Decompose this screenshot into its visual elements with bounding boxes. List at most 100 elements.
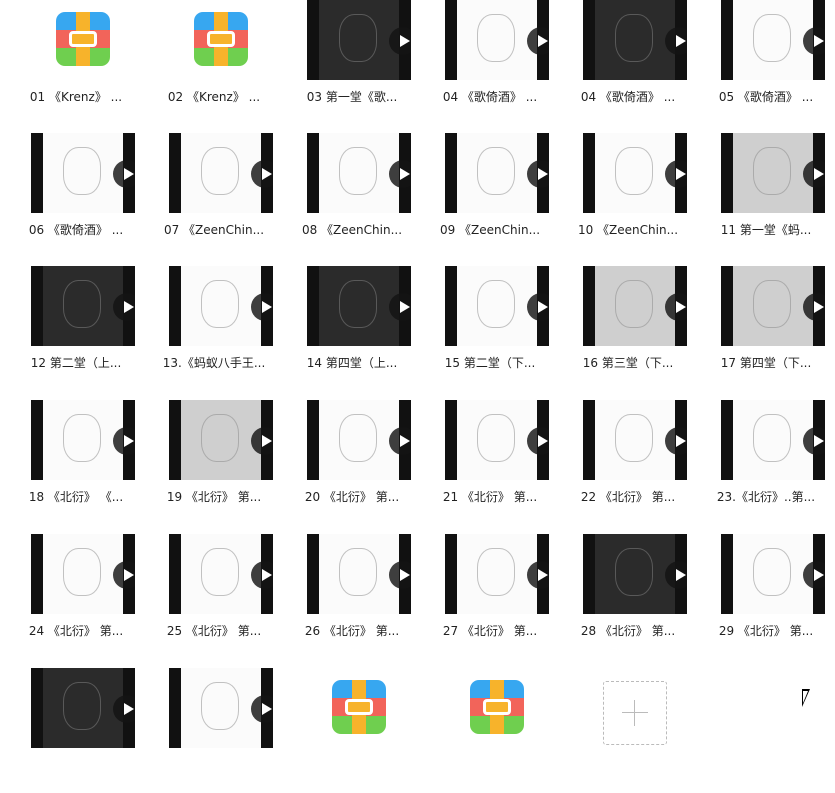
- file-tile[interactable]: 13.《蚂蚁八手王...: [154, 266, 274, 391]
- file-name-label: 03 第一堂《歌...: [306, 90, 398, 104]
- play-icon: [665, 293, 687, 321]
- file-tile[interactable]: 07 《ZeenChin...: [154, 133, 274, 258]
- file-tile[interactable]: 11 第一堂《蚂...: [706, 133, 826, 258]
- file-tile[interactable]: 23.《北衍》..第...: [706, 400, 826, 525]
- thumbnail-canvas: [319, 400, 399, 480]
- thumbnail-canvas: [181, 400, 261, 480]
- file-name-label: 15 第二堂（下...: [444, 356, 536, 370]
- thumbnail-canvas: [43, 400, 123, 480]
- video-thumbnail: [721, 0, 825, 80]
- file-name-label: 18 《北衍》 《...: [28, 490, 124, 504]
- thumbnail-canvas: [595, 0, 675, 80]
- video-thumbnail: [307, 0, 411, 80]
- play-icon: [113, 561, 135, 589]
- mouse-cursor-icon: [802, 689, 810, 707]
- file-tile[interactable]: 16 第三堂（下...: [568, 266, 688, 391]
- file-tile[interactable]: 08 《ZeenChin...: [292, 133, 412, 258]
- file-tile[interactable]: 26 《北衍》 第...: [292, 534, 412, 659]
- thumbnail-canvas: [181, 668, 261, 748]
- thumbnail-canvas: [43, 668, 123, 748]
- video-thumbnail: [169, 400, 273, 480]
- file-tile[interactable]: 17 第四堂（下...: [706, 266, 826, 391]
- file-tile[interactable]: 20 《北衍》 第...: [292, 400, 412, 525]
- file-name-label: 16 第三堂（下...: [582, 356, 674, 370]
- file-name-label: 01 《Krenz》 ...: [29, 90, 123, 104]
- video-thumbnail: [31, 133, 135, 213]
- play-icon: [665, 561, 687, 589]
- file-name-label: 04 《歌倚酒》 ...: [442, 90, 538, 104]
- file-name-label: 02 《Krenz》 ...: [167, 90, 261, 104]
- file-tile[interactable]: 29 《北衍》 第...: [706, 534, 826, 659]
- add-file-button[interactable]: [603, 681, 667, 745]
- file-tile[interactable]: 04 《歌倚酒》 ...: [568, 0, 688, 125]
- file-tile[interactable]: 04 《歌倚酒》 ...: [430, 0, 550, 125]
- file-tile[interactable]: 09 《ZeenChin...: [430, 133, 550, 258]
- sketch-shape: [63, 548, 101, 596]
- sketch-shape: [201, 682, 239, 730]
- thumbnail-canvas: [181, 534, 261, 614]
- file-name-label: 10 《ZeenChin...: [577, 223, 679, 237]
- file-tile[interactable]: 12 第二堂（上...: [16, 266, 136, 391]
- thumbnail-canvas: [733, 534, 813, 614]
- file-tile[interactable]: 06 《歌倚酒》 ...: [16, 133, 136, 258]
- video-thumbnail: [721, 400, 825, 480]
- thumbnail-canvas: [595, 266, 675, 346]
- file-tile[interactable]: 18 《北衍》 《...: [16, 400, 136, 525]
- archive-app-icon: [56, 12, 110, 66]
- file-tile[interactable]: 22 《北衍》 第...: [568, 400, 688, 525]
- file-tile[interactable]: 05 《歌倚酒》 ...: [706, 0, 826, 125]
- file-tile[interactable]: 28 《北衍》 第...: [568, 534, 688, 659]
- sketch-shape: [63, 147, 101, 195]
- thumbnail-canvas: [457, 534, 537, 614]
- file-name-label: 09 《ZeenChin...: [439, 223, 541, 237]
- file-tile[interactable]: 02 《Krenz》 ...: [154, 0, 274, 125]
- file-tile[interactable]: 03 第一堂《歌...: [292, 0, 412, 125]
- file-tile[interactable]: [292, 668, 412, 793]
- file-tile[interactable]: 01 《Krenz》 ...: [16, 0, 136, 125]
- sketch-shape: [477, 280, 515, 328]
- play-icon: [389, 160, 411, 188]
- play-icon: [527, 160, 549, 188]
- sketch-shape: [63, 414, 101, 462]
- sketch-shape: [477, 147, 515, 195]
- sketch-shape: [615, 548, 653, 596]
- file-tile[interactable]: [16, 668, 136, 793]
- play-icon: [389, 293, 411, 321]
- archive-app-icon: [470, 680, 524, 734]
- sketch-shape: [477, 14, 515, 62]
- play-icon: [803, 27, 825, 55]
- file-grid: 01 《Krenz》 ... 02 《Krenz》 ... 03 第一堂《歌... 0…: [0, 0, 835, 748]
- thumbnail-canvas: [319, 534, 399, 614]
- play-icon: [527, 427, 549, 455]
- archive-app-icon: [332, 680, 386, 734]
- sketch-shape: [339, 414, 377, 462]
- file-tile[interactable]: 15 第二堂（下...: [430, 266, 550, 391]
- thumbnail-canvas: [319, 133, 399, 213]
- thumbnail-canvas: [733, 400, 813, 480]
- sketch-shape: [63, 682, 101, 730]
- sketch-shape: [753, 14, 791, 62]
- sketch-shape: [201, 548, 239, 596]
- file-name-label: 24 《北衍》 第...: [28, 624, 124, 638]
- file-tile[interactable]: 27 《北衍》 第...: [430, 534, 550, 659]
- sketch-shape: [753, 548, 791, 596]
- file-tile[interactable]: 21 《北衍》 第...: [430, 400, 550, 525]
- video-thumbnail: [445, 133, 549, 213]
- file-tile[interactable]: 19 《北衍》 第...: [154, 400, 274, 525]
- file-tile[interactable]: [430, 668, 550, 793]
- play-icon: [527, 293, 549, 321]
- video-thumbnail: [583, 133, 687, 213]
- file-name-label: 14 第四堂（上...: [306, 356, 398, 370]
- file-tile[interactable]: 25 《北衍》 第...: [154, 534, 274, 659]
- video-thumbnail: [31, 668, 135, 748]
- play-icon: [803, 427, 825, 455]
- file-tile[interactable]: [154, 668, 274, 793]
- sketch-shape: [615, 280, 653, 328]
- video-thumbnail: [307, 266, 411, 346]
- play-icon: [665, 160, 687, 188]
- file-tile[interactable]: 10 《ZeenChin...: [568, 133, 688, 258]
- video-thumbnail: [583, 266, 687, 346]
- play-icon: [251, 561, 273, 589]
- file-tile[interactable]: 14 第四堂（上...: [292, 266, 412, 391]
- file-tile[interactable]: 24 《北衍》 第...: [16, 534, 136, 659]
